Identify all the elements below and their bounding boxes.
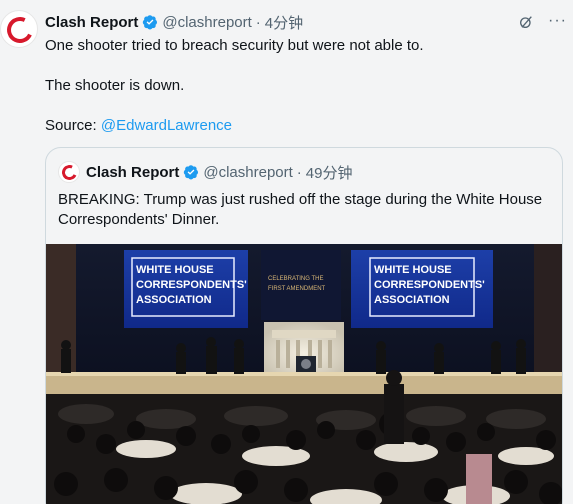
quoted-author-name[interactable]: Clash Report	[86, 164, 179, 181]
verified-badge-icon	[143, 15, 158, 30]
quoted-tweet-timestamp[interactable]: 49分钟	[306, 162, 353, 183]
banner-left-line-3: ASSOCIATION	[136, 294, 212, 306]
source-link[interactable]: @EdwardLawrence	[101, 117, 232, 134]
author-name[interactable]: Clash Report	[45, 14, 138, 31]
center-screen-line-2: FIRST AMENDMENT	[268, 286, 326, 292]
quoted-tweet-header: Clash Report @clashreport · 49分钟	[86, 162, 352, 182]
event-photo: WHITE HOUSE CORRESPONDENTS' ASSOCIATION …	[46, 244, 562, 504]
center-screen-line-1: CELEBRATING THE	[268, 276, 323, 282]
banner-right-line-1: WHITE HOUSE	[374, 264, 452, 276]
clash-report-logo	[59, 162, 79, 182]
more-icon[interactable]: ···	[548, 12, 567, 30]
verified-badge-icon	[184, 165, 199, 180]
banner-left-line-1: WHITE HOUSE	[136, 264, 214, 276]
tweet-text-line-1: One shooter tried to breach security but…	[45, 37, 424, 54]
tweet-header: Clash Report @clashreport · 4分钟	[45, 12, 303, 32]
separator-dot: ·	[296, 163, 302, 181]
clash-report-logo	[3, 13, 37, 47]
quoted-author-avatar[interactable]	[58, 161, 80, 183]
quoted-author-handle[interactable]: @clashreport	[203, 164, 292, 181]
author-avatar[interactable]	[0, 10, 38, 48]
author-handle[interactable]: @clashreport	[162, 14, 251, 31]
separator-dot: ·	[255, 13, 261, 31]
tweet-source: Source: @EdwardLawrence	[45, 116, 232, 136]
tweet: Clash Report @clashreport · 4分钟 ··· One …	[0, 0, 573, 504]
quoted-tweet-text: BREAKING: Trump was just rushed off the …	[58, 191, 543, 228]
tweet-timestamp[interactable]: 4分钟	[265, 12, 303, 33]
banner-right-line-2: CORRESPONDENTS'	[374, 279, 485, 291]
tweet-text-line-2: The shooter is down.	[45, 77, 185, 94]
source-label: Source:	[45, 117, 101, 134]
grok-icon[interactable]	[518, 14, 534, 30]
quoted-tweet-media[interactable]: WHITE HOUSE CORRESPONDENTS' ASSOCIATION …	[46, 244, 562, 504]
quoted-tweet[interactable]: Clash Report @clashreport · 49分钟 BREAKIN…	[45, 147, 563, 504]
banner-right-line-3: ASSOCIATION	[374, 294, 450, 306]
banner-left-line-2: CORRESPONDENTS'	[136, 279, 247, 291]
